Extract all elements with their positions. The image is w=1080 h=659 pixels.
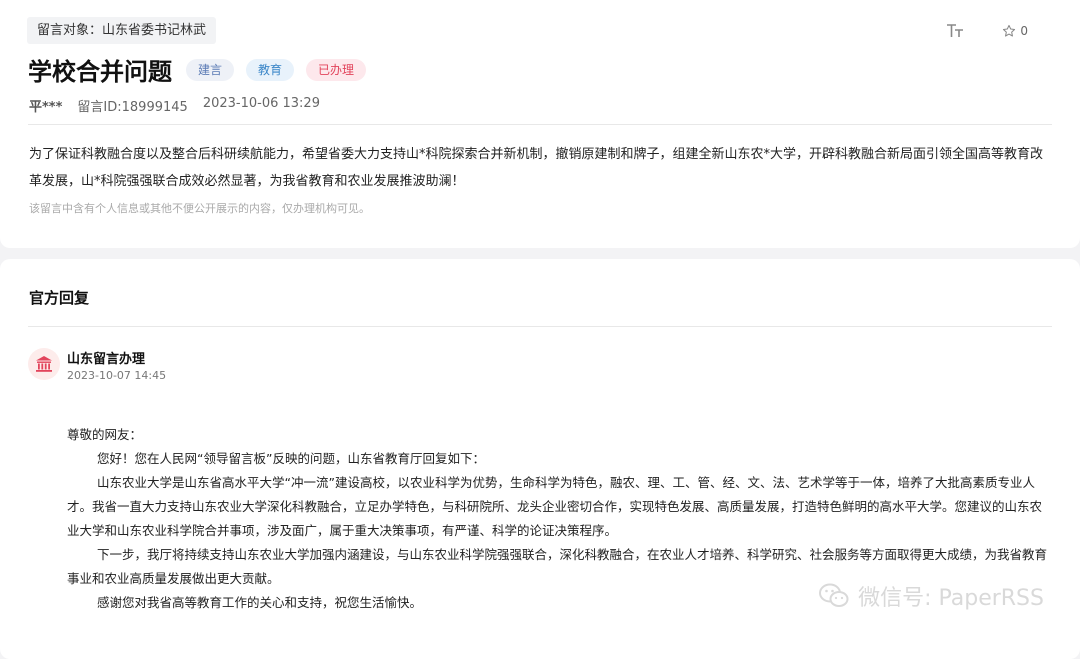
message-meta: 平*** 留言ID:18999145 2023-10-06 13:29 [29, 96, 335, 115]
wechat-icon [819, 583, 849, 607]
status-badge: 已办理 [306, 58, 367, 81]
star-icon [1003, 24, 1016, 37]
reply-time: 2023-10-07 14:45 [67, 369, 167, 382]
avatar [28, 348, 60, 380]
reply-org-name: 山东留言办理 [67, 352, 146, 367]
message-tools: 0 [946, 22, 1028, 40]
message-content: 为了保证科教融合度以及整合后科研续航能力，希望省委大力支持山*科院探索合并新机制… [29, 147, 1044, 189]
message-target-tag: 留言对象：山东省委书记林武 [27, 17, 217, 44]
privacy-note: 该留言中含有个人信息或其他不便公开展示的内容，仅办理机构可见。 [29, 202, 370, 215]
reply-paragraph: 您好！您在人民网“领导留言板”反映的问题，山东省教育厅回复如下： [97, 451, 485, 466]
message-datetime: 2023-10-06 13:29 [202, 96, 320, 111]
page-title: 学校合并问题 [28, 58, 172, 86]
message-author: 平*** [29, 100, 63, 115]
government-building-icon [36, 356, 52, 372]
divider [28, 124, 1052, 125]
message-id: 留言ID:18999145 [77, 100, 188, 115]
favorite-count: 0 [1020, 24, 1028, 38]
title-row: 学校合并问题 建言 教育 已办理 [28, 52, 378, 87]
tag-education-badge: 教育 [246, 58, 295, 81]
watermark-text: 微信号: PaperRSS [858, 586, 1044, 611]
divider [28, 326, 1052, 327]
message-card: 留言对象：山东省委书记林武 0 学校合并问题 建言 教育 已办理 平*** 留言… [0, 0, 1080, 248]
favorite-button[interactable]: 0 [1002, 24, 1028, 38]
reply-paragraph: 山东农业大学是山东省高水平大学“冲一流”建设高校，以农业科学为优势，生命科学为特… [67, 475, 1043, 538]
watermark: 微信号: PaperRSS [818, 580, 1044, 612]
reply-greeting: 尊敬的网友： [67, 427, 143, 442]
section-title: 官方回复 [29, 289, 90, 307]
font-size-icon[interactable] [946, 22, 964, 40]
tag-suggestion-badge: 建言 [186, 58, 235, 81]
